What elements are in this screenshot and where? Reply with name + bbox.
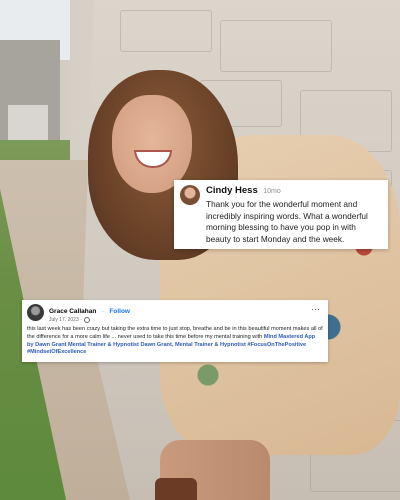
comment-card: Cindy Hess 10mo Thank you for the wonder… [174, 180, 388, 249]
separator-dot: · [101, 308, 104, 315]
post-text: this last week has been crazy but taking… [27, 326, 323, 357]
background-photo [0, 0, 400, 500]
post-author[interactable]: Grace Callahan [49, 308, 96, 315]
post-date: July 17, 2023 · [49, 316, 130, 325]
post-avatar[interactable] [27, 304, 44, 321]
smiling-face [112, 95, 192, 193]
more-options-icon[interactable]: ··· [311, 304, 320, 314]
globe-icon [83, 316, 90, 323]
post-date-text[interactable]: July 17, 2023 · [49, 317, 82, 323]
post-card: Grace Callahan · Follow July 17, 2023 · … [22, 300, 328, 362]
post-header: Grace Callahan · Follow July 17, 2023 · … [27, 304, 323, 325]
comment-header: Cindy Hess 10mo [206, 185, 381, 197]
post-meta: Grace Callahan · Follow July 17, 2023 · [49, 304, 130, 325]
boot [155, 478, 197, 500]
wall-stone [220, 20, 332, 72]
follow-button[interactable]: Follow [109, 308, 130, 315]
comment-author[interactable]: Cindy Hess [206, 185, 258, 196]
wall-stone [120, 10, 212, 52]
comment-avatar[interactable] [180, 185, 200, 205]
comment-timestamp[interactable]: 10mo [263, 188, 281, 195]
comment-text: Thank you for the wonderful moment and i… [206, 199, 368, 244]
distant-building [8, 105, 48, 140]
